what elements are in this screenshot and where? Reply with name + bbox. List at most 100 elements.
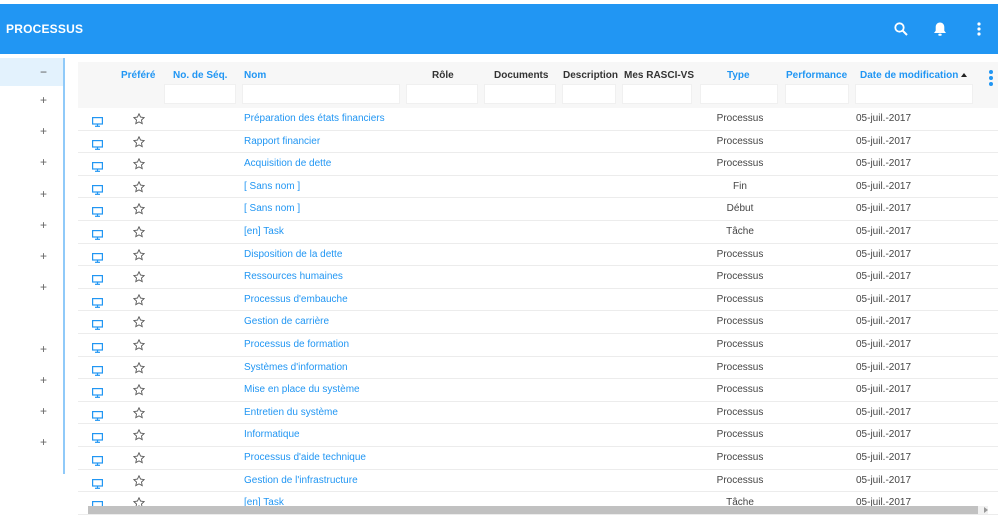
- filter-input-performance[interactable]: [785, 84, 849, 104]
- filter-input-nom[interactable]: [242, 84, 400, 104]
- column-header-description[interactable]: Description: [562, 62, 618, 108]
- star-icon[interactable]: [132, 248, 146, 261]
- row-name-link[interactable]: Systèmes d'information: [244, 357, 348, 379]
- table-row[interactable]: Rapport financier Processus 05-juil.-2017: [78, 131, 998, 154]
- table-row[interactable]: Acquisition de dette Processus 05-juil.-20…: [78, 153, 998, 176]
- monitor-icon[interactable]: [92, 385, 104, 399]
- star-icon[interactable]: [132, 338, 146, 351]
- row-name-link[interactable]: Ressources humaines: [244, 266, 343, 288]
- filter-input-role[interactable]: [406, 84, 478, 104]
- monitor-icon[interactable]: [92, 453, 104, 466]
- row-name-link[interactable]: Informatique: [244, 424, 300, 446]
- table-row[interactable]: [ Sans nom ] Fin 05-juil.-2017: [78, 176, 998, 199]
- monitor-icon[interactable]: [92, 137, 104, 150]
- row-name-link[interactable]: Rapport financier: [244, 131, 320, 153]
- monitor-icon[interactable]: [92, 182, 104, 195]
- expand-toggle[interactable]: +: [0, 276, 63, 298]
- table-row[interactable]: [en] Task Tâche 05-juil.-2017: [78, 221, 998, 244]
- column-header-rasci[interactable]: Mes RASCI-VS: [622, 62, 694, 108]
- table-row[interactable]: Mise en place du système Processus 05-juil…: [78, 379, 998, 402]
- filter-input-type[interactable]: [700, 84, 778, 104]
- monitor-icon[interactable]: [92, 340, 104, 353]
- table-row[interactable]: Ressources humaines Processus 05-juil.-201…: [78, 266, 998, 289]
- star-icon[interactable]: [132, 135, 146, 148]
- column-header-documents[interactable]: Documents: [484, 62, 556, 108]
- row-name-link[interactable]: Mise en place du système: [244, 379, 360, 401]
- monitor-icon[interactable]: [92, 317, 104, 331]
- table-row[interactable]: Informatique Processus 05-juil.-2017: [78, 424, 998, 447]
- row-name-link[interactable]: Processus de formation: [244, 334, 349, 356]
- monitor-icon[interactable]: [92, 250, 104, 263]
- expand-toggle[interactable]: +: [0, 214, 63, 236]
- column-header-type[interactable]: Type: [700, 62, 778, 108]
- expand-toggle[interactable]: +: [0, 400, 63, 422]
- table-row[interactable]: Gestion de carrière Processus 05-juil.-201…: [78, 311, 998, 334]
- table-row[interactable]: Entretien du système Processus 05-juil.-20…: [78, 402, 998, 425]
- monitor-icon[interactable]: [92, 114, 104, 127]
- expand-toggle[interactable]: +: [0, 338, 63, 360]
- expand-toggle[interactable]: +: [0, 120, 63, 142]
- table-row[interactable]: Processus d'aide technique Processus 05-ju…: [78, 447, 998, 470]
- star-icon[interactable]: [132, 474, 146, 487]
- row-name-link[interactable]: [en] Task: [244, 221, 284, 243]
- star-icon[interactable]: [132, 406, 146, 419]
- row-name-link[interactable]: Acquisition de dette: [244, 153, 331, 175]
- row-name-link[interactable]: Processus d'aide technique: [244, 447, 366, 469]
- filter-input-date[interactable]: [855, 84, 973, 104]
- filter-input-rasci[interactable]: [622, 84, 692, 104]
- row-name-link[interactable]: [ Sans nom ]: [244, 198, 300, 220]
- table-row[interactable]: Préparation des états financiers Processu…: [78, 108, 998, 131]
- star-icon[interactable]: [132, 202, 146, 215]
- star-icon[interactable]: [132, 157, 146, 170]
- column-header-performance[interactable]: Performance: [785, 62, 849, 108]
- star-icon[interactable]: [132, 293, 146, 306]
- expand-toggle[interactable]: +: [0, 245, 63, 267]
- monitor-icon[interactable]: [92, 476, 104, 489]
- filter-input-documents[interactable]: [484, 84, 556, 104]
- star-icon[interactable]: [132, 270, 146, 283]
- column-header-seq[interactable]: No. de Séq.: [164, 62, 236, 108]
- expand-toggle[interactable]: +: [0, 183, 63, 205]
- star-icon[interactable]: [132, 361, 146, 374]
- table-row[interactable]: Processus d'embauche Processus 05-juil.-20…: [78, 289, 998, 312]
- star-icon[interactable]: [132, 225, 146, 238]
- table-row[interactable]: Processus de formation Processus 05-juil.-…: [78, 334, 998, 357]
- monitor-icon[interactable]: [92, 363, 104, 376]
- row-name-link[interactable]: Disposition de la dette: [244, 244, 342, 266]
- star-icon[interactable]: [132, 451, 146, 464]
- expand-toggle[interactable]: +: [0, 151, 63, 173]
- column-options-button[interactable]: [988, 70, 994, 90]
- more-options-button[interactable]: [959, 4, 998, 54]
- collapse-toggle[interactable]: −: [0, 58, 63, 86]
- filter-input-seq[interactable]: [164, 84, 236, 104]
- monitor-icon[interactable]: [92, 272, 104, 286]
- column-header-role[interactable]: Rôle: [406, 62, 478, 108]
- star-icon[interactable]: [132, 315, 146, 328]
- column-header-prefere[interactable]: Préféré: [120, 62, 160, 108]
- star-icon[interactable]: [132, 112, 146, 125]
- row-name-link[interactable]: Entretien du système: [244, 402, 338, 424]
- scroll-right-arrow-icon[interactable]: [984, 507, 988, 513]
- monitor-icon[interactable]: [92, 159, 104, 173]
- search-button[interactable]: [881, 4, 920, 54]
- monitor-icon[interactable]: [92, 430, 104, 444]
- horizontal-scrollbar[interactable]: [88, 506, 988, 514]
- table-row[interactable]: Systèmes d'information Processus 05-juil.-…: [78, 357, 998, 380]
- expand-toggle[interactable]: +: [0, 431, 63, 453]
- monitor-icon[interactable]: [92, 204, 104, 218]
- row-name-link[interactable]: Gestion de carrière: [244, 311, 329, 333]
- scrollbar-thumb[interactable]: [88, 506, 978, 514]
- column-header-date[interactable]: Date de modification: [855, 62, 973, 108]
- row-name-link[interactable]: Gestion de l'infrastructure: [244, 470, 358, 492]
- row-name-link[interactable]: [ Sans nom ]: [244, 176, 300, 198]
- monitor-icon[interactable]: [92, 227, 104, 240]
- expand-toggle[interactable]: +: [0, 369, 63, 391]
- table-row[interactable]: Gestion de l'infrastructure Processus 05-j…: [78, 470, 998, 493]
- table-row[interactable]: [ Sans nom ] Début 05-juil.-2017: [78, 198, 998, 221]
- star-icon[interactable]: [132, 428, 146, 441]
- filter-input-description[interactable]: [562, 84, 616, 104]
- expand-toggle[interactable]: +: [0, 89, 63, 111]
- row-name-link[interactable]: Préparation des états financiers: [244, 108, 385, 130]
- monitor-icon[interactable]: [92, 295, 104, 308]
- star-icon[interactable]: [132, 180, 146, 193]
